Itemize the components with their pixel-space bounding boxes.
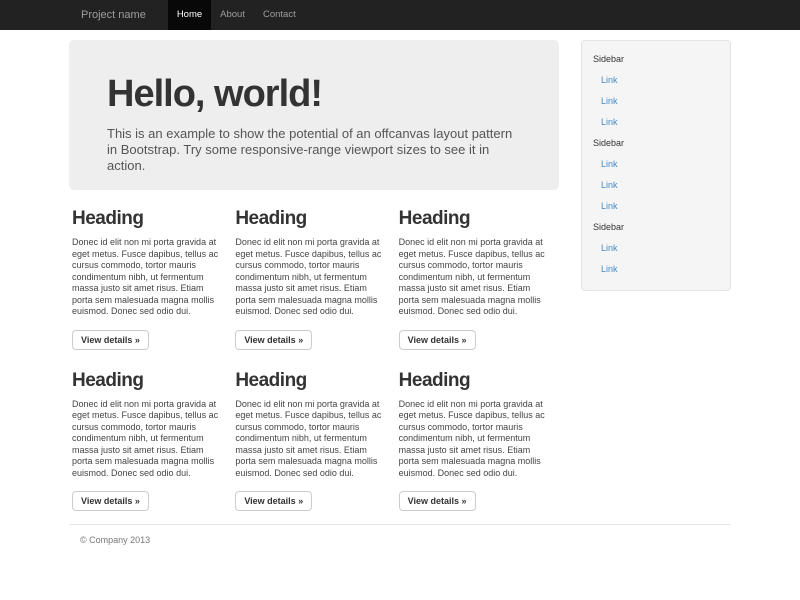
feature-card: Heading Donec id elit non mi porta gravi… xyxy=(399,204,552,350)
feature-heading: Heading xyxy=(399,208,552,230)
feature-card: Heading Donec id elit non mi porta gravi… xyxy=(235,204,388,350)
feature-heading: Heading xyxy=(72,208,225,230)
sidebar-heading: Sidebar xyxy=(582,49,730,70)
feature-body: Donec id elit non mi porta gravida at eg… xyxy=(72,237,225,318)
feature-body: Donec id elit non mi porta gravida at eg… xyxy=(72,399,225,480)
feature-heading: Heading xyxy=(72,370,225,392)
feature-heading: Heading xyxy=(235,208,388,230)
page-title: Hello, world! xyxy=(107,74,521,116)
view-details-button[interactable]: View details » xyxy=(399,491,476,511)
feature-card: Heading Donec id elit non mi porta gravi… xyxy=(399,366,552,512)
sidebar-link[interactable]: Link xyxy=(582,175,730,196)
footer: © Company 2013 xyxy=(69,524,731,545)
feature-body: Donec id elit non mi porta gravida at eg… xyxy=(399,399,552,480)
feature-card: Heading Donec id elit non mi porta gravi… xyxy=(72,204,225,350)
feature-body: Donec id elit non mi porta gravida at eg… xyxy=(235,237,388,318)
navbar-brand[interactable]: Project name xyxy=(69,0,158,30)
copyright-text: © Company 2013 xyxy=(80,535,731,545)
sidebar-link[interactable]: Link xyxy=(582,196,730,217)
sidebar-column: Sidebar Link Link Link Sidebar Link Link… xyxy=(581,40,731,291)
sidebar-link[interactable]: Link xyxy=(582,154,730,175)
feature-body: Donec id elit non mi porta gravida at eg… xyxy=(399,237,552,318)
view-details-button[interactable]: View details » xyxy=(399,330,476,350)
jumbotron: Hello, world! This is an example to show… xyxy=(69,40,559,190)
view-details-button[interactable]: View details » xyxy=(72,491,149,511)
navbar-menu: Home About Contact xyxy=(168,0,305,30)
main-column: Hello, world! This is an example to show… xyxy=(69,40,562,511)
feature-card: Heading Donec id elit non mi porta gravi… xyxy=(72,366,225,512)
sidebar-heading: Sidebar xyxy=(582,217,730,238)
view-details-button[interactable]: View details » xyxy=(235,330,312,350)
view-details-button[interactable]: View details » xyxy=(72,330,149,350)
sidebar-link[interactable]: Link xyxy=(582,70,730,91)
feature-heading: Heading xyxy=(399,370,552,392)
jumbotron-lead: This is an example to show the potential… xyxy=(107,126,521,174)
feature-body: Donec id elit non mi porta gravida at eg… xyxy=(235,399,388,480)
sidebar: Sidebar Link Link Link Sidebar Link Link… xyxy=(581,40,731,291)
sidebar-link[interactable]: Link xyxy=(582,238,730,259)
nav-item-home[interactable]: Home xyxy=(168,0,211,30)
sidebar-heading: Sidebar xyxy=(582,133,730,154)
sidebar-link[interactable]: Link xyxy=(582,112,730,133)
nav-item-contact[interactable]: Contact xyxy=(254,0,305,30)
sidebar-link[interactable]: Link xyxy=(582,91,730,112)
feature-heading: Heading xyxy=(235,370,388,392)
sidebar-link[interactable]: Link xyxy=(582,259,730,280)
nav-item-about[interactable]: About xyxy=(211,0,254,30)
top-navbar: Project name Home About Contact xyxy=(0,0,800,30)
feature-card: Heading Donec id elit non mi porta gravi… xyxy=(235,366,388,512)
view-details-button[interactable]: View details » xyxy=(235,491,312,511)
